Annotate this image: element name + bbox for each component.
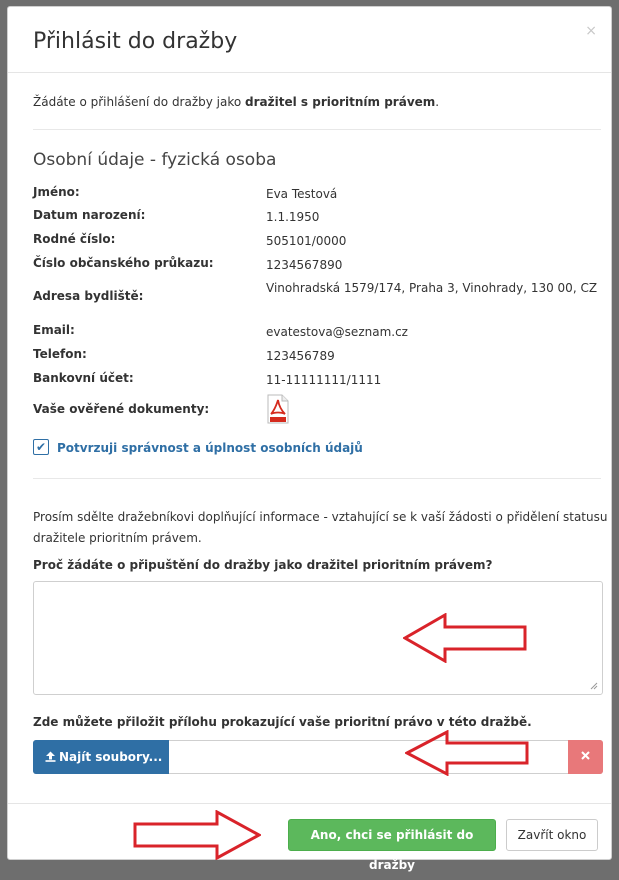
annotation-arrow-left-icon	[403, 613, 527, 663]
browse-files-button[interactable]: Najít soubory...	[33, 740, 169, 774]
footer-divider	[8, 803, 611, 804]
info-label: Datum narození:	[33, 208, 146, 222]
additional-info-paragraph: Prosím sdělte dražebníkovi doplňující in…	[33, 510, 608, 545]
annotation-arrow-left-icon	[405, 730, 529, 776]
info-value: 1234567890	[266, 258, 343, 272]
upload-icon	[45, 751, 56, 762]
intro-prefix: Žádáte o přihlášení do dražby jako	[33, 95, 246, 109]
info-value: evatestova@seznam.cz	[266, 325, 408, 339]
divider	[33, 478, 601, 479]
info-value: 11-11111111/1111	[266, 373, 382, 387]
remove-file-button[interactable]	[568, 740, 603, 774]
submit-registration-button[interactable]: Ano, chci se přihlásit do dražby	[288, 819, 496, 872]
info-label: Bankovní účet:	[33, 371, 134, 385]
question-label: Proč žádáte o připuštění do dražby jako …	[33, 558, 493, 572]
info-value: 1.1.1950	[266, 210, 320, 224]
divider	[33, 129, 601, 130]
intro-suffix: .	[435, 95, 440, 109]
info-label: Rodné číslo:	[33, 232, 116, 246]
confirm-label[interactable]: Potvrzuji správnost a úplnost osobních ú…	[57, 441, 363, 455]
remove-icon	[581, 751, 590, 760]
resize-handle-icon[interactable]	[590, 682, 598, 690]
info-label: Číslo občanského průkazu:	[33, 256, 214, 270]
annotation-arrow-right-icon	[133, 810, 261, 860]
personal-section-title: Osobní údaje - fyzická osoba	[33, 150, 277, 170]
dialog-title: Přihlásit do dražby	[33, 29, 238, 54]
info-label: Jméno:	[33, 185, 80, 199]
close-window-button[interactable]: Zavřít okno	[506, 819, 598, 851]
info-value: Eva Testová	[266, 187, 338, 201]
info-value: 505101/0000	[266, 234, 347, 248]
info-label: Email:	[33, 323, 75, 337]
info-label: Telefon:	[33, 347, 87, 361]
info-label: Vaše ověřené dokumenty:	[33, 402, 210, 416]
info-value: 123456789	[266, 349, 335, 363]
intro-text: Žádáte o přihlášení do dražby jako draži…	[33, 95, 439, 109]
close-icon[interactable]: ×	[585, 23, 597, 39]
info-value: Vinohradská 1579/174, Praha 3, Vinohrady…	[266, 281, 598, 295]
dialog-header: Přihlásit do dražby ×	[8, 7, 611, 73]
attachment-label: Zde můžete přiložit přílohu prokazující …	[33, 715, 532, 729]
intro-bold: dražitel s prioritním právem	[245, 95, 436, 109]
pdf-icon[interactable]	[266, 394, 290, 424]
browse-files-label: Najít soubory...	[59, 750, 163, 764]
info-label: Adresa bydliště:	[33, 289, 144, 303]
confirm-checkbox[interactable]: ✔	[33, 439, 49, 455]
